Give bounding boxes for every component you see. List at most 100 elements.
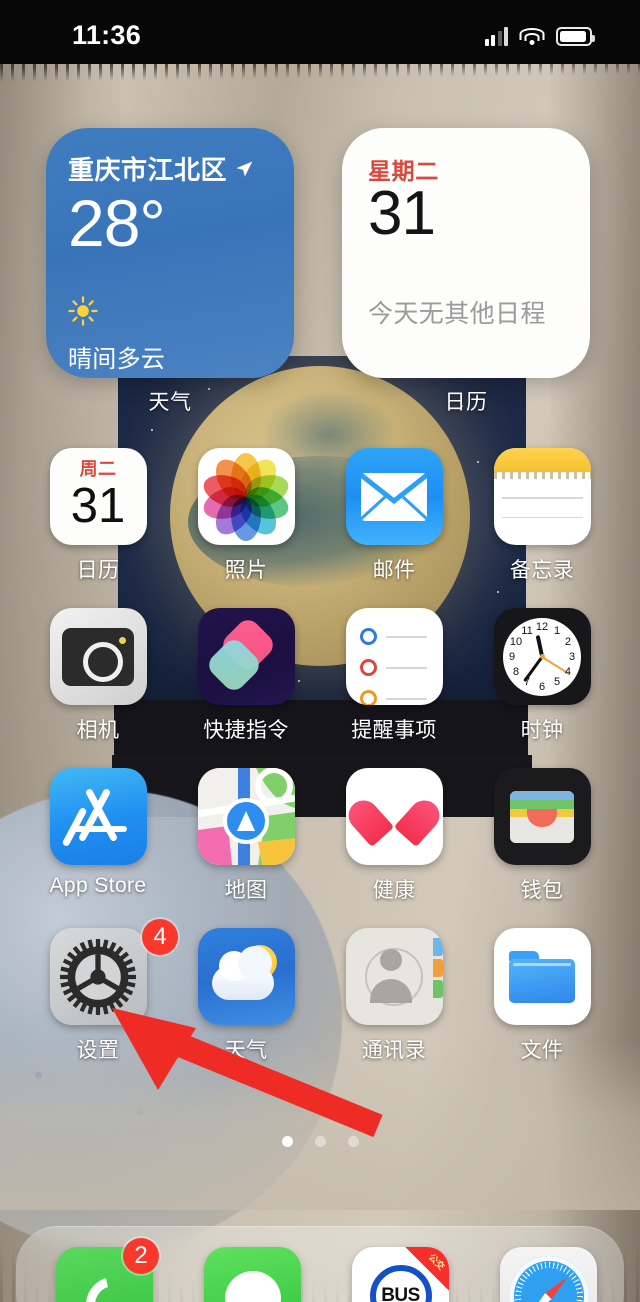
app-icon-notes[interactable]: 备忘录 <box>468 448 616 584</box>
clock-icon: 12 1 2 3 4 5 6 7 8 9 10 11 <box>493 608 591 705</box>
app-icon-maps[interactable]: 地图 <box>172 768 320 904</box>
reminders-dot-red <box>359 659 377 676</box>
clock-numeral: 1 <box>553 624 561 637</box>
status-bar: 11:36 <box>0 0 640 64</box>
app-row-3: App Store 地图 健康 钱包 <box>0 768 640 928</box>
app-label: 文件 <box>520 1039 564 1062</box>
status-bar-indicators <box>484 22 595 46</box>
shortcuts-glyph <box>204 614 279 695</box>
app-icon-reminders[interactable]: 提醒事项 <box>320 608 468 744</box>
app-label: 邮件 <box>372 559 416 582</box>
page-dot[interactable] <box>281 1136 293 1147</box>
weather-widget-temperature: 28° <box>68 186 166 260</box>
page-dot[interactable] <box>314 1136 326 1147</box>
app-icon-clock[interactable]: 12 1 2 3 4 5 6 7 8 9 10 11 时钟 <box>468 608 616 744</box>
compass-glyph <box>508 1255 589 1302</box>
reminders-dot-blue <box>359 628 377 645</box>
app-label: 日历 <box>76 559 120 582</box>
page-indicator-dots[interactable] <box>0 1136 640 1147</box>
folder-glyph <box>509 950 575 1003</box>
reminders-row <box>359 628 431 645</box>
app-row-1: 周二 31 日历 照片 邮件 备忘录 <box>0 448 640 608</box>
app-icon-files[interactable]: 文件 <box>468 928 616 1064</box>
maps-icon <box>197 768 295 865</box>
dock-icon-bus[interactable]: BUS 公交 <box>352 1247 449 1302</box>
app-icon-shortcuts[interactable]: 快捷指令 <box>172 608 320 744</box>
app-icon-settings[interactable]: 4 设置 <box>24 919 178 1064</box>
contacts-icon <box>345 928 443 1025</box>
dock-icon-messages[interactable] <box>204 1247 301 1302</box>
contacts-tab-blue <box>432 938 443 956</box>
health-icon <box>345 768 443 865</box>
app-icon-contacts[interactable]: 通讯录 <box>320 928 468 1064</box>
dock-row: 2 BUS 公交 <box>16 1227 624 1302</box>
app-icon-photos[interactable]: 照片 <box>172 448 320 584</box>
wallet-cards <box>510 790 574 843</box>
calendar-widget-label: 日历 <box>444 391 488 414</box>
settings-badge: 4 <box>142 919 178 955</box>
contacts-tab-green <box>432 980 443 998</box>
clock-numeral: 4 <box>564 665 572 678</box>
settings-icon <box>49 928 147 1025</box>
contacts-body <box>370 978 412 1003</box>
app-label: 提醒事项 <box>351 719 437 742</box>
reminders-line <box>385 697 427 700</box>
clock-center-pin <box>539 654 545 659</box>
notes-icon <box>493 448 591 545</box>
app-label: 时钟 <box>520 719 564 742</box>
camera-icon <box>49 608 147 705</box>
app-row-4: 4 设置 天气 通讯录 文件 <box>0 919 640 1088</box>
weather-widget-location: 重庆市江北区 <box>68 155 228 185</box>
page-dot[interactable] <box>347 1136 359 1147</box>
mail-icon <box>345 448 443 545</box>
photos-pinwheel <box>199 452 293 541</box>
app-icon-mail[interactable]: 邮件 <box>320 448 468 584</box>
widget-row: 重庆市江北区 28° 晴间多云 最高 32° 最低 22° 星期二 31 <box>0 128 640 418</box>
app-grid: 周二 31 日历 照片 邮件 备忘录 相机 快捷指令 提醒事项 12 1 2 3… <box>0 448 640 1088</box>
app-icon-calendar[interactable]: 周二 31 日历 <box>24 448 172 584</box>
dock-icon-safari[interactable] <box>500 1247 597 1302</box>
location-arrow-icon <box>236 161 253 176</box>
calendar-icon: 周二 31 <box>49 448 147 545</box>
envelope-glyph <box>361 472 427 521</box>
clock-numeral: 7 <box>523 676 531 689</box>
phone-badge: 2 <box>123 1238 159 1274</box>
contacts-tabs <box>432 938 443 1015</box>
navigation-arrow-icon <box>237 811 255 832</box>
weather-cloud <box>211 946 274 1000</box>
reminders-icon <box>345 608 443 705</box>
app-store-icon <box>49 768 147 865</box>
wallet-icon <box>493 768 591 865</box>
calendar-icon-day: 31 <box>70 479 126 533</box>
app-icon-app-store[interactable]: App Store <box>24 768 172 898</box>
weather-widget-condition: 晴间多云 <box>68 346 166 374</box>
weather-widget[interactable]: 重庆市江北区 28° 晴间多云 最高 32° 最低 22° <box>46 128 294 378</box>
contacts-person-glyph <box>364 948 418 1005</box>
app-icon-health[interactable]: 健康 <box>320 768 468 904</box>
calendar-widget[interactable]: 星期二 31 今天无其他日程 <box>342 128 590 378</box>
reminders-row <box>359 659 431 676</box>
dock: 2 BUS 公交 <box>16 1226 624 1302</box>
weather-icon <box>197 928 295 1025</box>
wallet-card-green <box>510 799 574 809</box>
cellular-signal-icon <box>484 27 508 46</box>
notes-header <box>493 448 591 472</box>
status-bar-clock: 11:36 <box>72 20 142 50</box>
app-label: 快捷指令 <box>203 719 289 742</box>
app-label: 照片 <box>224 559 268 582</box>
app-label: 健康 <box>372 879 416 902</box>
app-label: 钱包 <box>520 879 564 902</box>
safari-icon <box>500 1247 597 1302</box>
clock-face: 12 1 2 3 4 5 6 7 8 9 10 11 <box>503 617 581 696</box>
reminders-line <box>385 635 427 638</box>
bus-ribbon-text: 公交 <box>426 1251 447 1272</box>
app-icon-wallet[interactable]: 钱包 <box>468 768 616 904</box>
handset-glyph <box>83 1274 127 1302</box>
iphone-home-screen: 11:36 重庆市江北区 28° 晴间多云 星期二 31 今天无其他日程 天气 … <box>0 0 640 1302</box>
photos-icon <box>197 448 295 545</box>
gear-icon <box>60 938 136 1015</box>
dock-icon-phone[interactable]: 2 <box>56 1238 159 1302</box>
app-icon-camera[interactable]: 相机 <box>24 608 172 744</box>
app-icon-weather[interactable]: 天气 <box>172 928 320 1064</box>
app-row-2: 相机 快捷指令 提醒事项 12 1 2 3 4 5 6 7 8 9 10 11 … <box>0 608 640 768</box>
